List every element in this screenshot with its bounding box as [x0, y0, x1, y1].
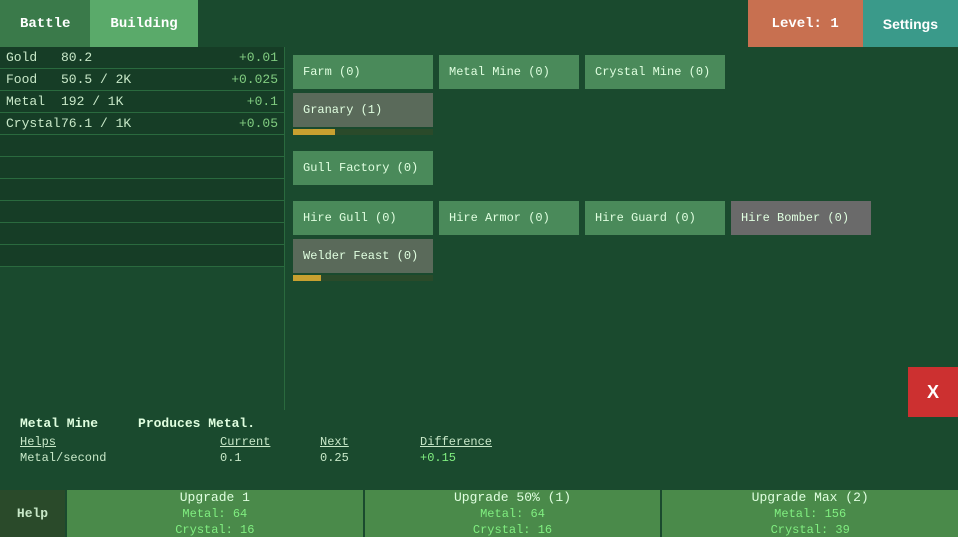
building-metal-mine[interactable]: Metal Mine (0): [439, 55, 579, 89]
info-table: Helps Current Next Difference Metal/seco…: [20, 435, 938, 465]
info-title-row: Metal Mine Produces Metal.: [20, 416, 938, 431]
resource-row-food: Food 50.5 / 2K +0.025: [0, 69, 284, 91]
building-hire-bomber[interactable]: Hire Bomber (0): [731, 201, 871, 235]
resource-rate-food: +0.025: [231, 72, 278, 87]
info-col-helps: Helps: [20, 435, 220, 449]
upgrade-1-crystal: Crystal: 16: [175, 523, 254, 537]
building-hire-gull[interactable]: Hire Gull (0): [293, 201, 433, 235]
resource-value-gold: 80.2: [61, 50, 239, 65]
resource-row-metal: Metal 192 / 1K +0.1: [0, 91, 284, 113]
info-col-diff: Difference: [420, 435, 540, 449]
empty-row-1: [0, 135, 284, 157]
building-gull-factory[interactable]: Gull Factory (0): [293, 151, 433, 185]
resource-rate-gold: +0.01: [239, 50, 278, 65]
info-col-current: Current: [220, 435, 320, 449]
resource-name-food: Food: [6, 72, 61, 87]
upgrade-max-label: Upgrade Max (2): [752, 490, 869, 505]
settings-button[interactable]: Settings: [863, 0, 958, 47]
upgrade-1-label: Upgrade 1: [180, 490, 250, 505]
upgrade-max-metal: Metal: 156: [774, 507, 846, 521]
info-current-val: 0.1: [220, 451, 320, 465]
welder-progress-container: [293, 275, 433, 281]
resource-row-crystal: Crystal 76.1 / 1K +0.05: [0, 113, 284, 135]
resource-name-metal: Metal: [6, 94, 61, 109]
building-welder-wrap: Welder Feast (0): [293, 239, 433, 281]
building-hire-armor[interactable]: Hire Armor (0): [439, 201, 579, 235]
info-col-next: Next: [320, 435, 420, 449]
upgrade-50-crystal: Crystal: 16: [473, 523, 552, 537]
info-row-label: Metal/second: [20, 451, 220, 465]
upgrade-max-button[interactable]: Upgrade Max (2) Metal: 156 Crystal: 39: [662, 490, 958, 537]
resource-value-food: 50.5 / 2K: [61, 72, 231, 87]
spacer-2: [293, 189, 950, 197]
info-building-name: Metal Mine: [20, 416, 98, 431]
info-next-val: 0.25: [320, 451, 420, 465]
resource-rate-metal: +0.1: [247, 94, 278, 109]
upgrade-1-metal: Metal: 64: [182, 507, 247, 521]
building-granary[interactable]: Granary (1): [293, 93, 433, 127]
empty-row-4: [0, 201, 284, 223]
building-row-5: Welder Feast (0): [293, 239, 950, 281]
tab-battle[interactable]: Battle: [0, 0, 90, 47]
empty-row-3: [0, 179, 284, 201]
empty-row-6: [0, 245, 284, 267]
welder-progress-bar: [293, 275, 321, 281]
empty-row-5: [0, 223, 284, 245]
building-granary-wrap: Granary (1): [293, 93, 433, 135]
granary-progress-bar: [293, 129, 335, 135]
resource-name-crystal: Crystal: [6, 116, 61, 131]
upgrade-50-label: Upgrade 50% (1): [454, 490, 571, 505]
building-row-4: Hire Gull (0) Hire Armor (0) Hire Guard …: [293, 201, 950, 235]
resource-value-metal: 192 / 1K: [61, 94, 247, 109]
info-description: Produces Metal.: [138, 416, 255, 431]
building-farm[interactable]: Farm (0): [293, 55, 433, 89]
help-button[interactable]: Help: [0, 490, 65, 537]
level-display: Level: 1: [748, 0, 863, 47]
building-row-1: Farm (0) Metal Mine (0) Crystal Mine (0): [293, 55, 950, 89]
info-panel: Metal Mine Produces Metal. Helps Current…: [0, 410, 958, 490]
spacer-1: [293, 139, 950, 147]
building-row-3: Gull Factory (0): [293, 151, 950, 185]
info-diff-val: +0.15: [420, 451, 540, 465]
upgrade-50-button[interactable]: Upgrade 50% (1) Metal: 64 Crystal: 16: [365, 490, 661, 537]
building-crystal-mine[interactable]: Crystal Mine (0): [585, 55, 725, 89]
resource-row-gold: Gold 80.2 +0.01: [0, 47, 284, 69]
building-welder-feast[interactable]: Welder Feast (0): [293, 239, 433, 273]
upgrade-bar: Help Upgrade 1 Metal: 64 Crystal: 16 Upg…: [0, 490, 958, 537]
building-row-2: Granary (1): [293, 93, 950, 135]
topbar: Battle Building Level: 1 Settings: [0, 0, 958, 47]
tab-building[interactable]: Building: [90, 0, 197, 47]
close-button[interactable]: X: [908, 367, 958, 417]
building-hire-guard[interactable]: Hire Guard (0): [585, 201, 725, 235]
resource-value-crystal: 76.1 / 1K: [61, 116, 239, 131]
resource-rate-crystal: +0.05: [239, 116, 278, 131]
empty-row-2: [0, 157, 284, 179]
upgrade-1-button[interactable]: Upgrade 1 Metal: 64 Crystal: 16: [67, 490, 363, 537]
upgrade-50-metal: Metal: 64: [480, 507, 545, 521]
upgrade-max-crystal: Crystal: 39: [771, 523, 850, 537]
resource-name-gold: Gold: [6, 50, 61, 65]
granary-progress-container: [293, 129, 433, 135]
